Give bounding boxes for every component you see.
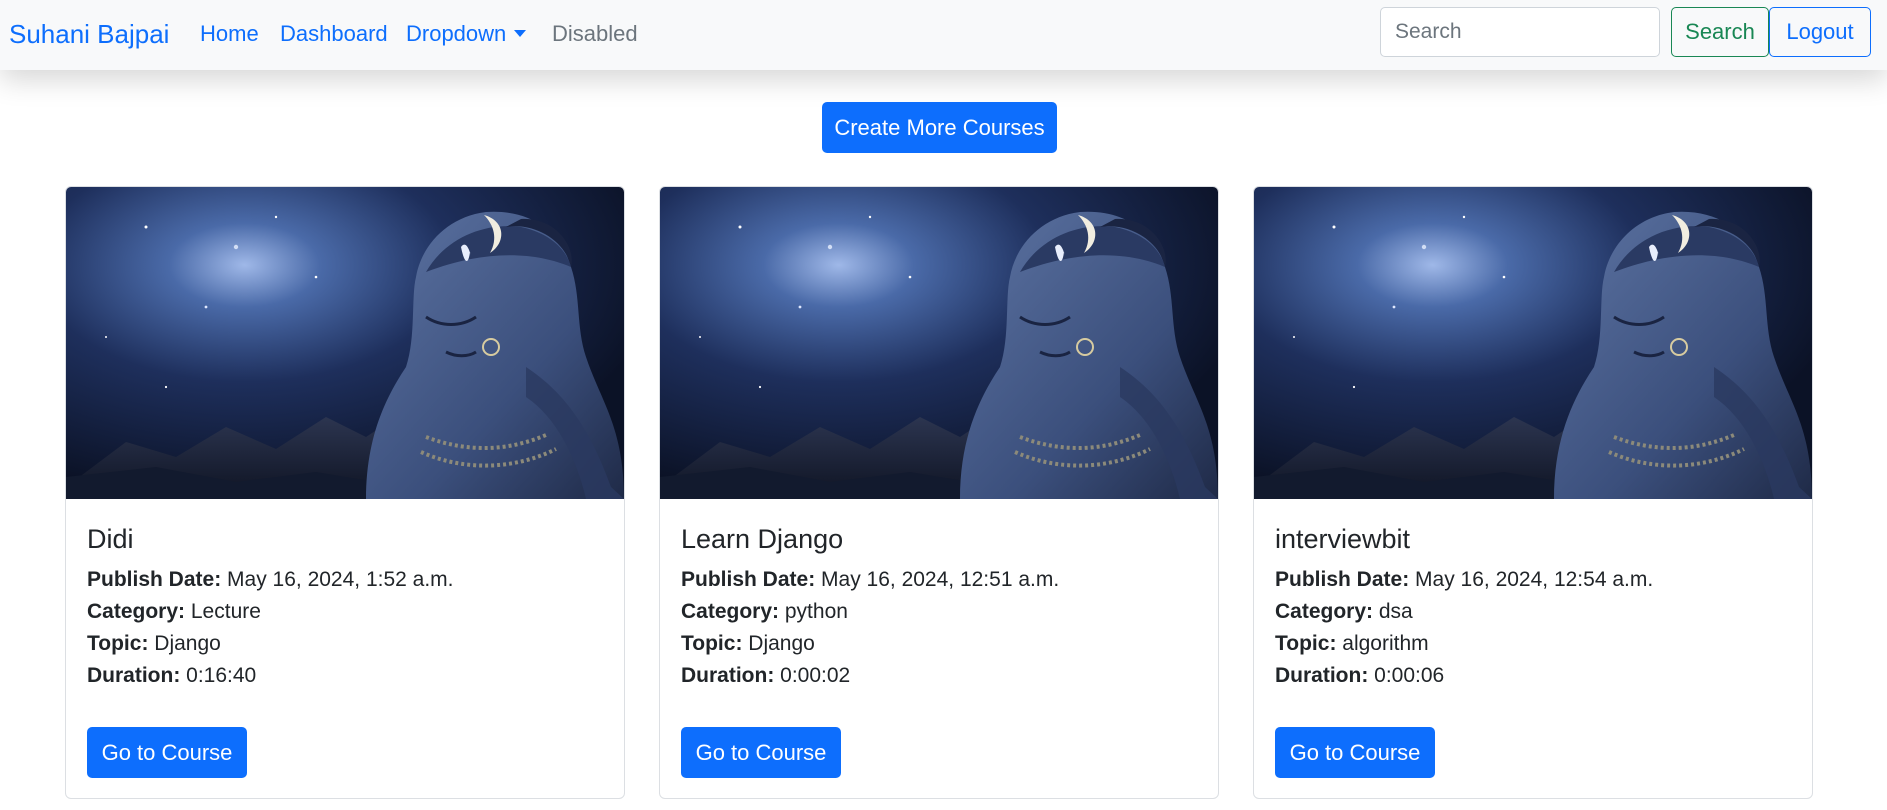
go-to-course-button[interactable]: Go to Course — [1275, 727, 1435, 778]
publish-date-label: Publish Date: — [87, 568, 222, 591]
nav-link-dashboard[interactable]: Dashboard — [280, 20, 388, 48]
publish-date-row: Publish Date: May 16, 2024, 12:54 a.m. — [1275, 566, 1653, 594]
category-value: dsa — [1378, 600, 1413, 623]
category-value: python — [784, 600, 848, 623]
publish-date-value: May 16, 2024, 12:54 a.m. — [1415, 568, 1654, 591]
course-card: interviewbit Publish Date: May 16, 2024,… — [1253, 186, 1813, 799]
go-to-course-button[interactable]: Go to Course — [681, 727, 841, 778]
nav-link-home[interactable]: Home — [200, 20, 259, 48]
course-title: interviewbit — [1275, 524, 1411, 554]
topic-label: Topic: — [1275, 632, 1337, 655]
course-image — [1254, 187, 1812, 499]
publish-date-value: May 16, 2024, 1:52 a.m. — [227, 568, 454, 591]
course-image — [660, 187, 1218, 499]
nav-dropdown-toggle[interactable]: Dropdown — [406, 20, 527, 48]
go-to-course-button[interactable]: Go to Course — [87, 727, 247, 778]
duration-value: 0:16:40 — [186, 664, 257, 687]
category-row: Category: dsa — [1275, 598, 1413, 626]
publish-date-label: Publish Date: — [1275, 568, 1410, 591]
publish-date-row: Publish Date: May 16, 2024, 12:51 a.m. — [681, 566, 1059, 594]
duration-row: Duration: 0:00:02 — [681, 662, 850, 690]
category-label: Category: — [87, 600, 186, 623]
publish-date-row: Publish Date: May 16, 2024, 1:52 a.m. — [87, 566, 454, 594]
search-button[interactable]: Search — [1671, 7, 1769, 57]
course-title: Learn Django — [681, 524, 844, 554]
duration-label: Duration: — [1275, 664, 1369, 687]
topic-label: Topic: — [87, 632, 149, 655]
category-row: Category: python — [681, 598, 848, 626]
course-card: Learn Django Publish Date: May 16, 2024,… — [659, 186, 1219, 799]
navbar-brand[interactable]: Suhani Bajpai — [9, 17, 169, 51]
duration-label: Duration: — [681, 664, 775, 687]
duration-value: 0:00:02 — [780, 664, 851, 687]
topic-value: Django — [748, 632, 815, 655]
nav-dropdown-label: Dropdown — [406, 21, 507, 46]
nav-link-disabled: Disabled — [552, 21, 638, 46]
create-more-courses-button[interactable]: Create More Courses — [822, 102, 1057, 153]
topic-value: Django — [154, 632, 221, 655]
publish-date-value: May 16, 2024, 12:51 a.m. — [821, 568, 1060, 591]
caret-down-icon — [514, 29, 527, 37]
duration-label: Duration: — [87, 664, 181, 687]
search-input[interactable] — [1380, 7, 1660, 57]
category-value: Lecture — [190, 600, 261, 623]
topic-row: Topic: algorithm — [1275, 630, 1429, 658]
category-label: Category: — [1275, 600, 1374, 623]
category-row: Category: Lecture — [87, 598, 261, 626]
publish-date-label: Publish Date: — [681, 568, 816, 591]
course-card: Didi Publish Date: May 16, 2024, 1:52 a.… — [65, 186, 625, 799]
duration-value: 0:00:06 — [1374, 664, 1445, 687]
topic-row: Topic: Django — [681, 630, 815, 658]
navbar: Suhani Bajpai Home Dashboard Dropdown Di… — [0, 0, 1887, 70]
duration-row: Duration: 0:16:40 — [87, 662, 256, 690]
topic-value: algorithm — [1342, 632, 1429, 655]
course-title: Didi — [87, 524, 134, 554]
category-label: Category: — [681, 600, 780, 623]
topic-label: Topic: — [681, 632, 743, 655]
duration-row: Duration: 0:00:06 — [1275, 662, 1444, 690]
topic-row: Topic: Django — [87, 630, 221, 658]
logout-button[interactable]: Logout — [1769, 7, 1871, 57]
course-image — [66, 187, 624, 499]
